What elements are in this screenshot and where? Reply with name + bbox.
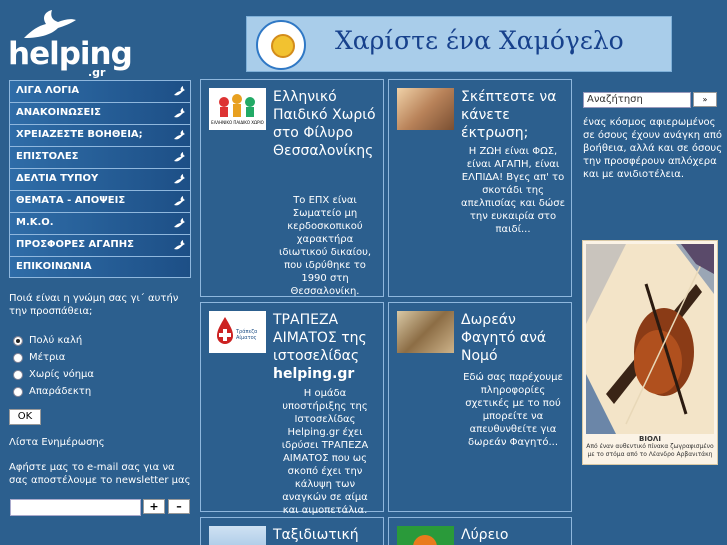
lyreio-logo [397, 526, 454, 545]
dove-icon [174, 218, 186, 229]
card-title-text: ΤΡΑΠΕΖΑ ΑΙΜΑΤΟΣ της ιστοσελίδας [273, 312, 367, 364]
poll-question: Ποιά είναι η γνώμη σας γι΄ αυτήν την προ… [9, 293, 179, 317]
radio-button[interactable] [13, 335, 23, 346]
poll-option-label: Χωρίς νόημα [29, 369, 94, 380]
card-lyreio[interactable]: Λύρειο [388, 517, 572, 545]
card-body: Το ΕΠΧ είναι Σωματείο μη κερδοσκοπικού χ… [278, 195, 372, 297]
card-title[interactable]: Ταξιδιωτική [273, 526, 377, 544]
painting-caption: ΒΙΟΛΙ Από έναν αυθεντικό πίνακα ζωγραφισ… [585, 435, 715, 459]
menu-item-letters[interactable]: ΕΠΙΣΤΟΛΕΣ [9, 146, 191, 168]
sun-icon [413, 535, 437, 545]
dove-icon [174, 130, 186, 141]
poll-option[interactable]: Πολύ καλή [9, 332, 189, 349]
painting-image [586, 244, 714, 434]
card-title[interactable]: Σκέπτεστε να κάνετε έκτρωση; [461, 88, 565, 142]
search-input[interactable]: Αναζήτηση [583, 92, 691, 108]
card-title[interactable]: Ελληνικό Παιδικό Χωριό στο Φίλυρο Θεσσαλ… [273, 88, 377, 160]
poll-option[interactable]: Χωρίς νόημα [9, 366, 189, 383]
card-body: Η ΖΩΗ είναι ΦΩΣ, είναι ΑΓΑΠΗ, είναι ΕΛΠΙ… [461, 146, 565, 235]
menu-item-label: ΧΡΕΙΑΖΕΣΤΕ ΒΟΗΘΕΙΑ; [16, 129, 143, 140]
search-button[interactable]: » [693, 92, 717, 107]
dove-icon [174, 174, 186, 185]
main-menu: ΛΙΓΑ ΛΟΓΙΑ ΑΝΑΚΟΙΝΩΣΕΙΣ ΧΡΕΙΑΖΕΣΤΕ ΒΟΗΘΕ… [9, 80, 191, 278]
card-travel[interactable]: Ταξιδιωτική [200, 517, 384, 545]
dove-icon [174, 240, 186, 251]
menu-item-label: ΔΕΛΤΙΑ ΤΥΠΟΥ [16, 173, 99, 184]
unsubscribe-button[interactable]: – [168, 499, 190, 514]
menu-item-contact[interactable]: ΕΠΙΚΟΙΝΩΝΙΑ [9, 256, 191, 278]
painting-caption-text: Από έναν αυθεντικό πίνακα ζωγραφισμένο μ… [586, 443, 714, 458]
menu-item-need-help[interactable]: ΧΡΕΙΑΖΕΣΤΕ ΒΟΗΘΕΙΑ; [9, 124, 191, 146]
card-abortion[interactable]: Σκέπτεστε να κάνετε έκτρωση; Η ΖΩΗ είναι… [388, 79, 572, 297]
menu-item-ngo[interactable]: Μ.Κ.Ο. [9, 212, 191, 234]
poll-option-label: Πολύ καλή [29, 335, 83, 346]
menu-item-announcements[interactable]: ΑΝΑΚΟΙΝΩΣΕΙΣ [9, 102, 191, 124]
card-free-food[interactable]: Δωρεάν Φαγητό ανά Νομό Εδώ σας παρέχουμε… [388, 302, 572, 512]
card-body: Εδώ σας παρέχουμε πληροφορίες σχετικές μ… [463, 372, 563, 448]
dove-icon [174, 86, 186, 97]
violin-icon [586, 244, 714, 434]
site-logo[interactable]: helping .gr [8, 6, 133, 79]
radio-button[interactable] [13, 369, 23, 380]
smile-banner[interactable]: Χαρίστε ένα Χαμόγελο [246, 16, 672, 72]
menu-item-press-releases[interactable]: ΔΕΛΤΙΑ ΤΥΠΟΥ [9, 168, 191, 190]
logo-caption: Τράπεζα Αίματος [236, 329, 258, 341]
newsletter-text: Αφήστε μας το e-mail σας για να σας αποσ… [9, 462, 191, 486]
card-title-bold: helping.gr [273, 366, 355, 382]
radio-button[interactable] [13, 386, 23, 397]
menu-item-label: ΘΕΜΑΤΑ - ΑΠΟΨΕΙΣ [16, 195, 126, 206]
painting-title: ΒΙΟΛΙ [639, 435, 661, 443]
menu-item-label: ΛΙΓΑ ΛΟΓΙΑ [16, 85, 80, 96]
menu-item-offers[interactable]: ΠΡΟΣΦΟΡΕΣ ΑΓΑΠΗΣ [9, 234, 191, 256]
smile-badge-icon [256, 20, 306, 70]
violin-painting[interactable]: ΒΙΟΛΙ Από έναν αυθεντικό πίνακα ζωγραφισ… [582, 240, 718, 465]
card-title[interactable]: ΤΡΑΠΕΖΑ ΑΙΜΑΤΟΣ της ιστοσελίδας helping.… [273, 311, 377, 383]
site-tagline: ένας κόσμος αφιερωμένος σε όσους έχουν α… [583, 117, 723, 180]
dove-icon [174, 108, 186, 119]
menu-item-label: ΕΠΙΚΟΙΝΩΝΙΑ [16, 261, 92, 272]
dove-icon [174, 196, 186, 207]
baby-photo [397, 88, 454, 130]
childrens-village-logo: ΕΛΛΗΝΙΚΟ ΠΑΙΔΙΚΟ ΧΩΡΙΟ [209, 88, 266, 130]
newsletter-title[interactable]: Λίστα Ενημέρωσης [9, 436, 194, 449]
poll-ok-button[interactable]: OK [9, 409, 41, 425]
menu-item-topics-opinions[interactable]: ΘΕΜΑΤΑ - ΑΠΟΨΕΙΣ [9, 190, 191, 212]
dove-icon [174, 152, 186, 163]
poll-option[interactable]: Μέτρια [9, 349, 189, 366]
menu-item-label: ΕΠΙΣΤΟΛΕΣ [16, 151, 79, 162]
blood-bank-logo: Τράπεζα Αίματος [209, 311, 266, 353]
logo-caption: ΕΛΛΗΝΙΚΟ ΠΑΙΔΙΚΟ ΧΩΡΙΟ [211, 120, 264, 125]
menu-item-about[interactable]: ΛΙΓΑ ΛΟΓΙΑ [9, 80, 191, 102]
food-photo [397, 311, 454, 353]
banner-text: Χαρίστε ένα Χαμόγελο [335, 26, 624, 55]
card-title[interactable]: Λύρειο [461, 526, 565, 544]
poll-option[interactable]: Απαράδεκτη [9, 383, 189, 400]
logo-wordmark: helping [8, 36, 133, 72]
card-body: Η ομάδα υποστήριξης της Ιστοσελίδας Help… [281, 388, 369, 516]
card-childrens-village[interactable]: ΕΛΛΗΝΙΚΟ ΠΑΙΔΙΚΟ ΧΩΡΙΟ Ελληνικό Παιδικό … [200, 79, 384, 297]
radio-button[interactable] [13, 352, 23, 363]
subscribe-button[interactable]: + [143, 499, 165, 514]
newsletter-email-input[interactable] [10, 499, 141, 516]
menu-item-label: ΑΝΑΚΟΙΝΩΣΕΙΣ [16, 107, 101, 118]
travel-photo [209, 526, 266, 545]
card-blood-bank[interactable]: Τράπεζα Αίματος ΤΡΑΠΕΖΑ ΑΙΜΑΤΟΣ της ιστο… [200, 302, 384, 516]
menu-item-label: Μ.Κ.Ο. [16, 217, 54, 228]
poll-option-label: Απαράδεκτη [29, 386, 92, 397]
logo-tld: .gr [88, 66, 106, 79]
card-title[interactable]: Δωρεάν Φαγητό ανά Νομό [461, 311, 565, 365]
poll: Ποιά είναι η γνώμη σας γι΄ αυτήν την προ… [9, 292, 189, 400]
newsletter: Λίστα Ενημέρωσης Αφήστε μας το e-mail σα… [9, 436, 194, 487]
menu-item-label: ΠΡΟΣΦΟΡΕΣ ΑΓΑΠΗΣ [16, 239, 134, 250]
poll-option-label: Μέτρια [29, 352, 66, 363]
